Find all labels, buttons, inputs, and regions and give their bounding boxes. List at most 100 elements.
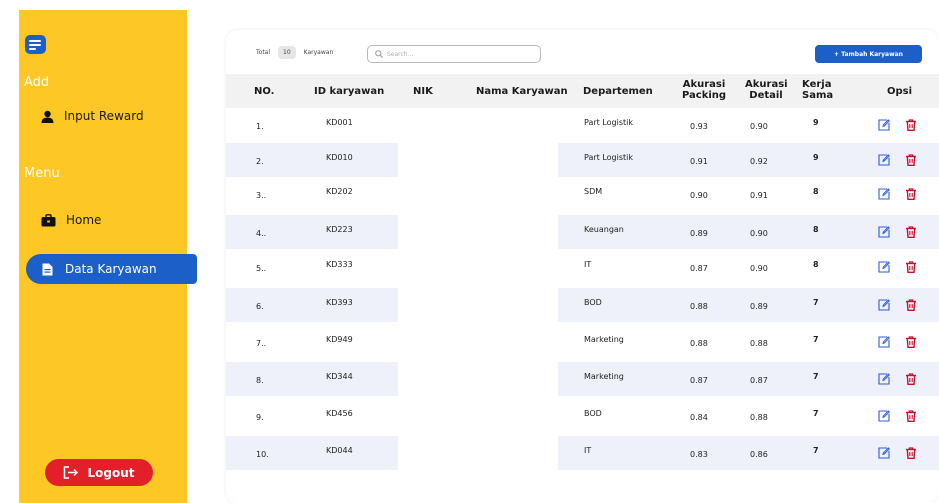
- table-row: 1. KD001 Part Logistik 0.93 0.90 9: [226, 108, 939, 142]
- search-placeholder: Search...: [387, 50, 414, 58]
- hamburger-menu-icon[interactable]: [25, 35, 46, 54]
- table-row: 6. KD393 BOD 0.88 0.89 7: [226, 288, 939, 322]
- user-icon: [41, 110, 54, 123]
- cell-departemen: Part Logistik: [584, 118, 634, 127]
- table-row: 10. KD044 IT 0.83 0.86 7: [226, 436, 939, 470]
- edit-icon[interactable]: [878, 299, 890, 311]
- trash-icon[interactable]: [905, 226, 917, 238]
- trash-icon[interactable]: [905, 336, 917, 348]
- sidebar-item-data-karyawan[interactable]: Data Karyawan: [26, 254, 197, 284]
- cell-id: KD393: [326, 298, 353, 307]
- cell-kerja-sama: 7: [813, 298, 819, 307]
- cell-kerja-sama: 7: [813, 409, 819, 418]
- trash-icon[interactable]: [905, 410, 917, 422]
- cell-no: 2.: [256, 157, 264, 166]
- cell-no: 9.: [256, 413, 264, 422]
- cell-departemen: IT: [584, 260, 592, 269]
- header-akurasi-detail: Akurasi Detail: [745, 79, 788, 101]
- table-row: 5.. KD333 IT 0.87 0.90 8: [226, 250, 939, 284]
- cell-akurasi-detail: 0.88: [750, 339, 768, 348]
- cell-akurasi-packing: 0.87: [690, 264, 708, 273]
- cell-no: 3..: [256, 191, 267, 200]
- cell-departemen: Part Logistik: [584, 153, 634, 162]
- edit-icon[interactable]: [878, 336, 890, 348]
- trash-icon[interactable]: [905, 188, 917, 200]
- cell-no: 4..: [256, 229, 267, 238]
- header-departemen: Departemen: [583, 86, 653, 97]
- edit-icon[interactable]: [878, 188, 890, 200]
- cell-departemen: SDM: [584, 187, 603, 196]
- edit-icon[interactable]: [878, 261, 890, 273]
- row-gap: [398, 436, 558, 470]
- cell-no: 7..: [256, 339, 267, 348]
- cell-akurasi-detail: 0.91: [750, 191, 768, 200]
- trash-icon[interactable]: [905, 154, 917, 166]
- cell-akurasi-detail: 0.92: [750, 157, 768, 166]
- cell-akurasi-packing: 0.89: [690, 229, 708, 238]
- logout-button[interactable]: Logout: [45, 459, 153, 486]
- header-kerja-sama: Kerja Sama: [802, 79, 834, 101]
- cell-kerja-sama: 8: [813, 225, 819, 234]
- edit-icon[interactable]: [878, 373, 890, 385]
- table-row: 2. KD010 Part Logistik 0.91 0.92 9: [226, 143, 939, 177]
- trash-icon[interactable]: [905, 299, 917, 311]
- cell-no: 5..: [256, 264, 267, 273]
- cell-id: KD344: [326, 372, 353, 381]
- sidebar-item-input-reward[interactable]: Input Reward: [41, 109, 144, 123]
- cell-akurasi-detail: 0.90: [750, 264, 768, 273]
- trash-icon[interactable]: [905, 261, 917, 273]
- table-row: 9. KD456 BOD 0.84 0.88 7: [226, 399, 939, 433]
- sidebar-item-label: Input Reward: [64, 109, 144, 123]
- header-nama: Nama Karyawan: [476, 86, 568, 97]
- edit-icon[interactable]: [878, 226, 890, 238]
- trash-icon[interactable]: [905, 373, 917, 385]
- edit-icon[interactable]: [878, 410, 890, 422]
- sidebar-item-home[interactable]: Home: [41, 213, 101, 227]
- logout-label: Logout: [87, 465, 135, 480]
- table-row: 3.. KD202 SDM 0.90 0.91 8: [226, 177, 939, 211]
- total-unit: Karyawan: [303, 49, 334, 56]
- cell-no: 6.: [256, 302, 264, 311]
- add-heading: Add: [24, 75, 50, 90]
- cell-akurasi-packing: 0.88: [690, 339, 708, 348]
- header-id: ID karyawan: [314, 86, 385, 97]
- cell-id: KD044: [326, 446, 353, 455]
- search-input[interactable]: Search...: [367, 45, 541, 63]
- edit-icon[interactable]: [878, 154, 890, 166]
- cell-departemen: Marketing: [584, 335, 624, 344]
- cell-id: KD001: [326, 118, 353, 127]
- cell-akurasi-detail: 0.86: [750, 450, 768, 459]
- cell-kerja-sama: 9: [813, 153, 819, 162]
- cell-akurasi-packing: 0.83: [690, 450, 708, 459]
- edit-icon[interactable]: [878, 119, 890, 131]
- cell-kerja-sama: 8: [813, 260, 819, 269]
- table-header: NO. ID karyawan NIK Nama Karyawan Depart…: [226, 74, 939, 108]
- cell-kerja-sama: 7: [813, 335, 819, 344]
- cell-id: KD949: [326, 335, 353, 344]
- trash-icon[interactable]: [905, 447, 917, 459]
- add-karyawan-button[interactable]: + Tambah Karyawan: [815, 45, 922, 63]
- sidebar: Add Input Reward Menu Home Data Karyawan…: [19, 10, 197, 503]
- sidebar-item-label: Data Karyawan: [65, 262, 157, 276]
- row-gap: [398, 362, 558, 396]
- document-icon: [42, 263, 53, 275]
- cell-akurasi-packing: 0.93: [690, 122, 708, 131]
- cell-id: KD223: [326, 225, 353, 234]
- trash-icon[interactable]: [905, 119, 917, 131]
- cell-akurasi-detail: 0.88: [750, 413, 768, 422]
- cell-departemen: IT: [584, 446, 592, 455]
- total-label: Total: [256, 49, 271, 56]
- cell-departemen: Keuangan: [584, 225, 624, 234]
- cell-akurasi-packing: 0.88: [690, 302, 708, 311]
- cell-akurasi-packing: 0.84: [690, 413, 708, 422]
- search-icon: [375, 50, 383, 58]
- cell-id: KD010: [326, 153, 353, 162]
- cell-akurasi-detail: 0.90: [750, 229, 768, 238]
- cell-no: 1.: [256, 122, 264, 131]
- menu-heading: Menu: [24, 166, 60, 181]
- cell-kerja-sama: 9: [813, 118, 819, 127]
- edit-icon[interactable]: [878, 447, 890, 459]
- table-row: 7.. KD949 Marketing 0.88 0.88 7: [226, 325, 939, 359]
- cell-departemen: BOD: [584, 409, 602, 418]
- cell-kerja-sama: 7: [813, 372, 819, 381]
